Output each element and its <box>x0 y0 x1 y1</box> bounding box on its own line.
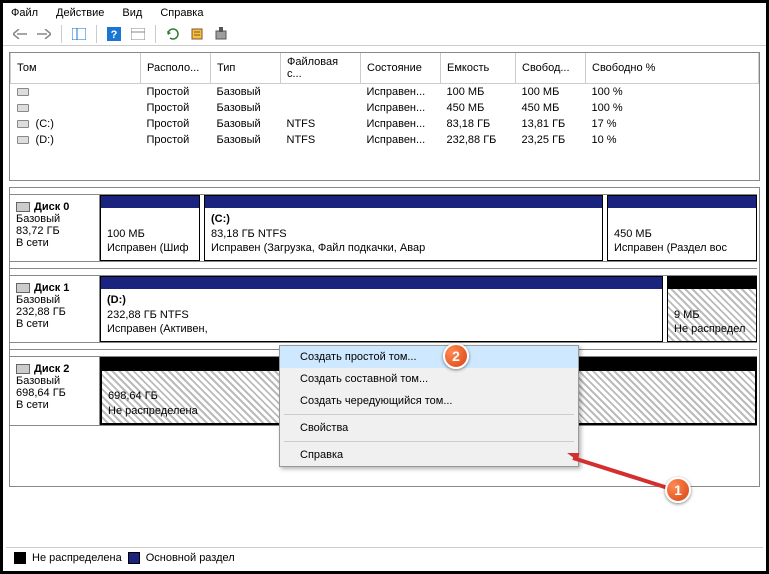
partition-header <box>101 196 199 208</box>
partition-header <box>205 196 602 208</box>
partition[interactable]: 450 МБИсправен (Раздел вос <box>607 195 757 261</box>
disk-info[interactable]: Диск 1 Базовый 232,88 ГБ В сети <box>10 276 100 342</box>
menu-help[interactable]: Справка <box>160 7 203 19</box>
volume-icon <box>17 136 29 144</box>
menu-properties[interactable]: Свойства <box>280 417 578 439</box>
legend: Не распределена Основной раздел <box>6 547 763 568</box>
partition-header <box>668 277 756 289</box>
disk-icon <box>16 364 30 374</box>
table-row[interactable]: ПростойБазовыйИсправен...100 МБ100 МБ100… <box>11 84 759 101</box>
table-row[interactable]: (C:)ПростойБазовыйNTFSИсправен...83,18 Г… <box>11 116 759 132</box>
partition[interactable]: 100 МБИсправен (Шиф <box>100 195 200 261</box>
volume-icon <box>17 104 29 112</box>
volume-icon <box>17 88 29 96</box>
layout-icon[interactable] <box>129 25 147 43</box>
menu-view[interactable]: Вид <box>122 7 142 19</box>
menu-divider <box>284 441 574 442</box>
partition-header <box>101 277 662 289</box>
table-row[interactable]: (D:)ПростойБазовыйNTFSИсправен...232,88 … <box>11 132 759 148</box>
context-menu: Создать простой том... Создать составной… <box>279 345 579 467</box>
partition[interactable]: (D:)232,88 ГБ NTFSИсправен (Активен, <box>100 276 663 342</box>
menu-create-spanned-volume[interactable]: Создать составной том... <box>280 368 578 390</box>
volume-icon <box>17 120 29 128</box>
partition-unallocated[interactable]: 9 МБНе распредел <box>667 276 757 342</box>
properties-icon[interactable] <box>188 25 206 43</box>
volume-table: Том Располо... Тип Файловая с... Состоян… <box>9 52 760 181</box>
annotation-badge-2: 2 <box>443 343 469 369</box>
annotation-arrow <box>558 453 678 503</box>
legend-label: Основной раздел <box>146 552 235 564</box>
partition[interactable]: (C:)83,18 ГБ NTFSИсправен (Загрузка, Фай… <box>204 195 603 261</box>
back-icon[interactable] <box>11 25 29 43</box>
legend-swatch-primary <box>128 552 140 564</box>
col-free[interactable]: Свобод... <box>516 53 586 84</box>
col-capacity[interactable]: Емкость <box>441 53 516 84</box>
legend-swatch-unallocated <box>14 552 26 564</box>
menu-action[interactable]: Действие <box>56 7 104 19</box>
partition-header <box>608 196 756 208</box>
legend-label: Не распределена <box>32 552 122 564</box>
menu-file[interactable]: Файл <box>11 7 38 19</box>
col-layout[interactable]: Располо... <box>141 53 211 84</box>
disk-info[interactable]: Диск 0 Базовый 83,72 ГБ В сети <box>10 195 100 261</box>
disk-icon <box>16 283 30 293</box>
disk-icon <box>16 202 30 212</box>
help-icon[interactable]: ? <box>105 25 123 43</box>
menu-create-striped-volume[interactable]: Создать чередующийся том... <box>280 390 578 412</box>
disk-info[interactable]: Диск 2 Базовый 698,64 ГБ В сети <box>10 357 100 425</box>
refresh-icon[interactable] <box>164 25 182 43</box>
forward-icon[interactable] <box>35 25 53 43</box>
menubar: Файл Действие Вид Справка <box>3 3 766 23</box>
disk-row-1: Диск 1 Базовый 232,88 ГБ В сети (D:)232,… <box>10 275 757 343</box>
menu-divider <box>284 414 574 415</box>
col-status[interactable]: Состояние <box>361 53 441 84</box>
col-freepct[interactable]: Свободно % <box>586 53 759 84</box>
table-row[interactable]: ПростойБазовыйИсправен...450 МБ450 МБ100… <box>11 100 759 116</box>
table-header-row: Том Располо... Тип Файловая с... Состоян… <box>11 53 759 84</box>
disk-row-0: Диск 0 Базовый 83,72 ГБ В сети 100 МБИсп… <box>10 194 757 262</box>
annotation-badge-1: 1 <box>665 477 691 503</box>
col-filesystem[interactable]: Файловая с... <box>281 53 361 84</box>
menu-help[interactable]: Справка <box>280 444 578 466</box>
settings-icon[interactable] <box>212 25 230 43</box>
menu-create-simple-volume[interactable]: Создать простой том... <box>280 346 578 368</box>
col-volume[interactable]: Том <box>11 53 141 84</box>
col-type[interactable]: Тип <box>211 53 281 84</box>
panel-icon[interactable] <box>70 25 88 43</box>
svg-text:?: ? <box>111 29 118 41</box>
toolbar: ? <box>3 23 766 46</box>
